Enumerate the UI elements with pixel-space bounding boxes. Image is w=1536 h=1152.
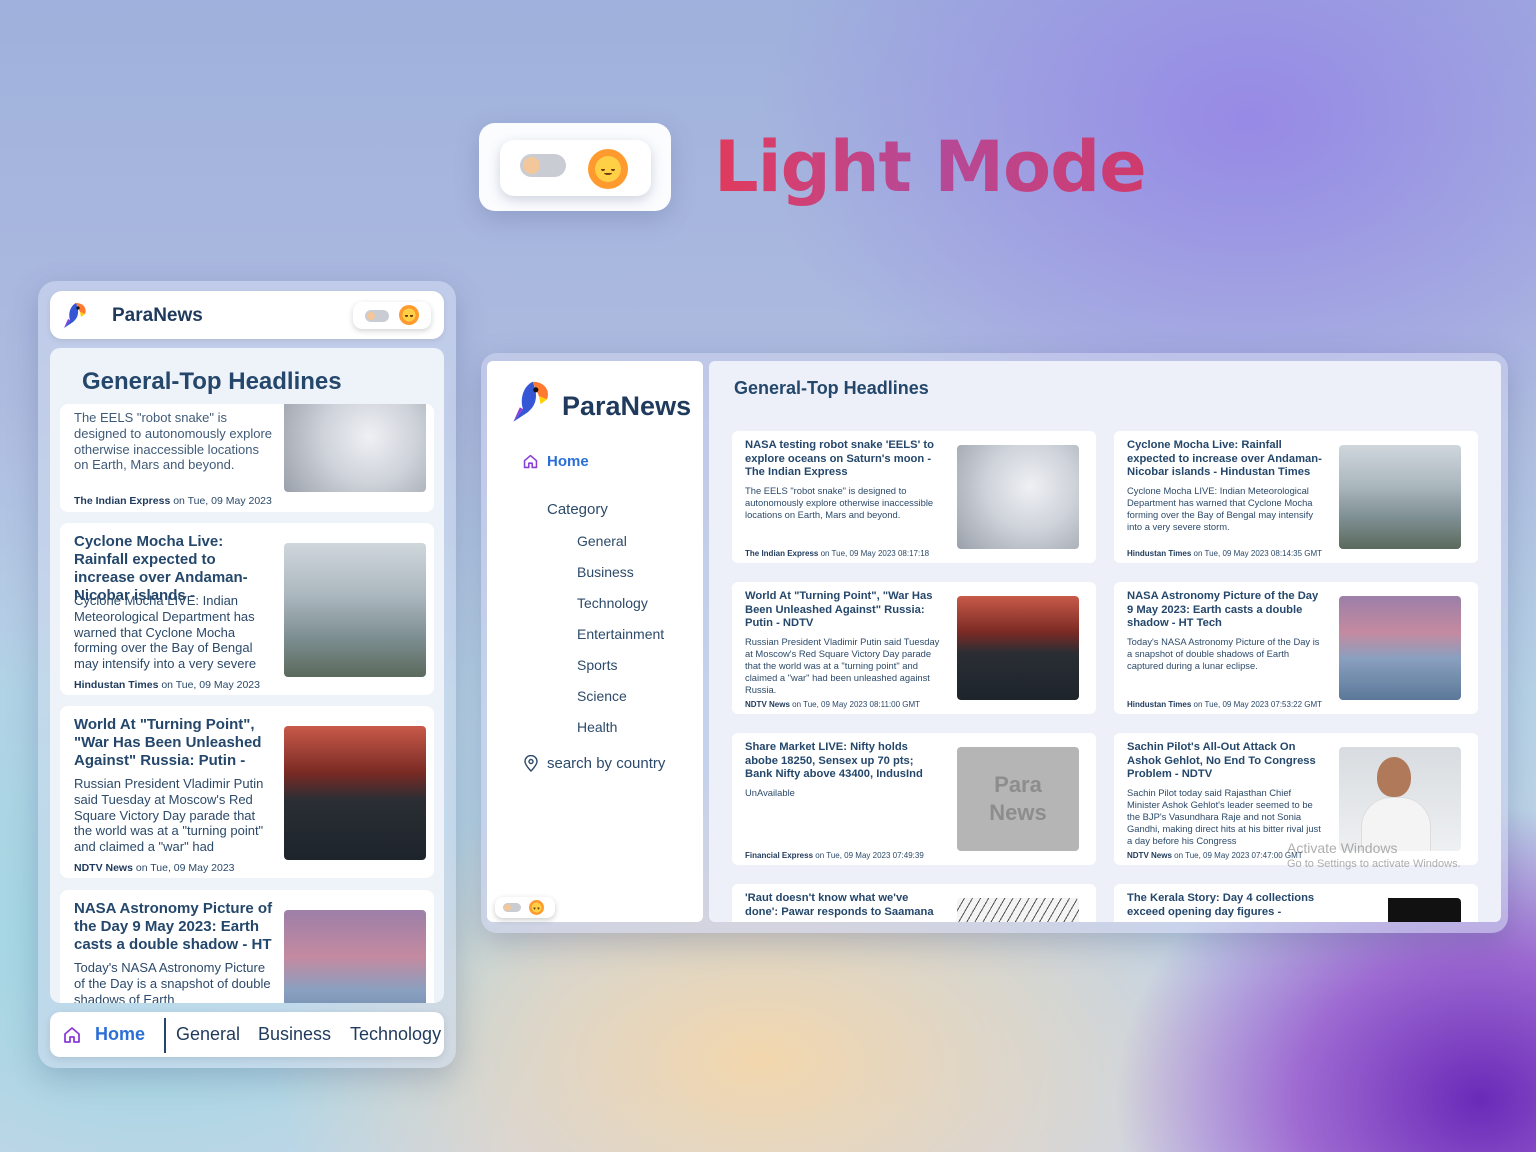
toggle-knob	[523, 157, 540, 174]
news-card[interactable]: World At "Turning Point", "War Has Been …	[60, 706, 434, 878]
nav-general[interactable]: General	[176, 1024, 240, 1045]
home-icon	[64, 1027, 80, 1043]
desktop-theme-toggle[interactable]	[495, 897, 555, 918]
mobile-section-heading: General-Top Headlines	[82, 368, 342, 395]
news-description: Cyclone Mocha LIVE: Indian Meteorologica…	[1127, 485, 1314, 532]
toggle-switch[interactable]	[520, 154, 566, 177]
sidebar-item-science[interactable]: Science	[577, 688, 627, 704]
news-image	[1339, 445, 1461, 549]
news-source: Hindustan Times on Tue, 09 May 2023 07:5…	[1127, 700, 1323, 709]
news-title: 'Raut doesn't know what we've done': Paw…	[745, 892, 934, 918]
news-source: Financial Express on Tue, 09 May 2023 07…	[745, 851, 924, 860]
sidebar-item-sports[interactable]: Sports	[577, 657, 617, 673]
desktop-news-panel: General-Top Headlines NASA testing robot…	[709, 361, 1501, 922]
news-source: Hindustan Times on Tue, 09 May 2023	[74, 679, 260, 691]
desktop-app-title: ParaNews	[562, 391, 692, 421]
news-source: NDTV News on Tue, 09 May 2023	[74, 862, 235, 874]
parrot-logo-icon	[513, 381, 548, 422]
nav-technology[interactable]: Technology	[350, 1024, 441, 1045]
news-image	[284, 543, 426, 677]
news-title: World At "Turning Point", "War Has Been …	[745, 590, 933, 630]
desktop-section-heading: General-Top Headlines	[734, 378, 929, 398]
news-image	[957, 596, 1079, 700]
parrot-logo-icon	[64, 303, 86, 328]
mobile-app-title: ParaNews	[112, 305, 203, 326]
news-source: The Indian Express on Tue, 09 May 2023 0…	[745, 549, 930, 558]
toggle-switch[interactable]	[365, 310, 389, 322]
news-image	[1339, 898, 1461, 922]
sun-icon	[588, 149, 628, 189]
sidebar-category-label: Category	[547, 501, 608, 518]
news-source: The Indian Express on Tue, 09 May 2023	[74, 495, 272, 507]
news-description: UnAvailable	[745, 787, 795, 798]
news-card[interactable]: NASA Astronomy Picture of the Day 9 May …	[60, 890, 434, 1003]
toggle-knob	[367, 312, 375, 320]
mobile-theme-toggle[interactable]	[353, 302, 431, 329]
news-image	[284, 910, 426, 1003]
activation-watermark-title: Activate Windows	[1287, 840, 1398, 856]
toggle-knob	[504, 904, 511, 911]
news-card[interactable]: Cyclone Mocha Live: Rainfall expected to…	[60, 523, 434, 695]
sidebar-item-technology[interactable]: Technology	[577, 595, 648, 611]
news-title: NASA testing robot snake 'EELS' to explo…	[745, 439, 934, 479]
sidebar-item-home[interactable]: Home	[547, 453, 589, 470]
news-description: Sachin Pilot today said Rajasthan Chief …	[1127, 787, 1321, 846]
news-card[interactable]: Cyclone Mocha Live: Rainfall expected to…	[1114, 431, 1478, 563]
news-image	[957, 445, 1079, 549]
mobile-mockup: ParaNews General-Top Headlines The EELS …	[38, 281, 456, 1068]
sidebar-item-general[interactable]: General	[577, 533, 627, 549]
news-description: The EELS "robot snake" is designed to au…	[74, 410, 273, 473]
news-description: The EELS "robot snake" is designed to au…	[745, 485, 934, 520]
theme-toggle[interactable]	[500, 140, 651, 196]
news-image	[284, 404, 426, 492]
news-image	[1339, 596, 1461, 700]
nav-divider	[164, 1018, 166, 1053]
toggle-switch[interactable]	[503, 903, 521, 912]
desktop-sidebar: ParaNews Home Category General Business …	[487, 361, 703, 922]
activation-watermark-subtitle: Go to Settings to activate Windows.	[1287, 858, 1461, 870]
news-description: Russian President Vladimir Putin said Tu…	[74, 776, 264, 855]
news-title: Share Market LIVE: Nifty holds abobe 182…	[745, 741, 923, 781]
news-card[interactable]: The Kerala Story: Day 4 collections exce…	[1114, 884, 1478, 922]
search-by-country[interactable]: search by country	[547, 755, 665, 772]
news-title: World At "Turning Point", "War Has Been …	[74, 716, 262, 769]
news-title: The Kerala Story: Day 4 collections exce…	[1127, 892, 1315, 918]
sidebar-item-entertainment[interactable]: Entertainment	[577, 626, 664, 642]
news-title: NASA Astronomy Picture of the Day 9 May …	[1127, 590, 1319, 630]
news-placeholder-image: Para News	[957, 747, 1079, 851]
news-description: Today's NASA Astronomy Picture of the Da…	[1127, 636, 1320, 671]
news-card[interactable]: Share Market LIVE: Nifty holds abobe 182…	[732, 733, 1096, 865]
hero-title: Light Mode	[714, 126, 1147, 208]
nav-business[interactable]: Business	[258, 1024, 331, 1045]
news-image	[1339, 747, 1461, 851]
sidebar-item-health[interactable]: Health	[577, 719, 617, 735]
news-source: NDTV News on Tue, 09 May 2023 07:47:00 G…	[1127, 851, 1303, 860]
person-figure	[1377, 757, 1411, 797]
news-title: Sachin Pilot's All-Out Attack On Ashok G…	[1127, 741, 1316, 781]
mobile-bottom-nav: Home General Business Technology	[50, 1012, 444, 1057]
news-card[interactable]: World At "Turning Point", "War Has Been …	[732, 582, 1096, 714]
news-image	[957, 898, 1079, 922]
news-card[interactable]: The EELS "robot snake" is designed to au…	[60, 404, 434, 512]
home-icon	[523, 454, 538, 469]
location-pin-icon	[524, 755, 538, 772]
hero-toggle-card	[479, 123, 671, 211]
news-description: Russian President Vladimir Putin said Tu…	[745, 636, 940, 695]
news-card[interactable]: 'Raut doesn't know what we've done': Paw…	[732, 884, 1096, 922]
news-description: Cyclone Mocha LIVE: Indian Meteorologica…	[74, 593, 257, 672]
sun-icon	[529, 900, 544, 915]
sidebar-item-business[interactable]: Business	[577, 564, 634, 580]
sun-icon	[399, 305, 419, 325]
mobile-header: ParaNews	[50, 291, 444, 339]
news-image	[284, 726, 426, 860]
news-card[interactable]: NASA Astronomy Picture of the Day 9 May …	[1114, 582, 1478, 714]
news-source: Hindustan Times on Tue, 09 May 2023 08:1…	[1127, 549, 1323, 558]
nav-home[interactable]: Home	[95, 1024, 145, 1045]
news-source: NDTV News on Tue, 09 May 2023 08:11:00 G…	[745, 700, 921, 709]
news-card[interactable]: NASA testing robot snake 'EELS' to explo…	[732, 431, 1096, 563]
mobile-news-panel: General-Top Headlines The EELS "robot sn…	[50, 348, 444, 1003]
news-title: NASA Astronomy Picture of the Day 9 May …	[74, 900, 273, 953]
news-title: Cyclone Mocha Live: Rainfall expected to…	[1127, 439, 1322, 479]
news-description: Today's NASA Astronomy Picture of the Da…	[74, 960, 271, 1003]
